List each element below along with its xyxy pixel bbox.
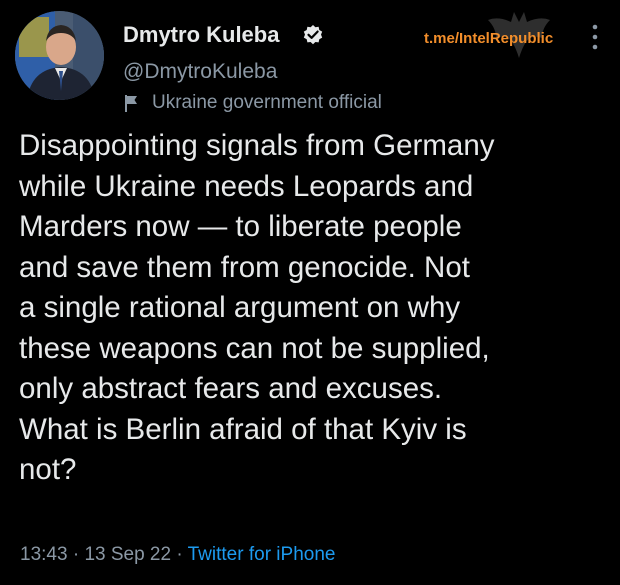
tweet-meta: 13:43 · 13 Sep 22 · Twitter for iPhone: [20, 544, 335, 566]
meta-separator: ·: [176, 544, 183, 565]
tweet-card: Dmytro Kuleba @DmytroKuleba Ukraine gove…: [0, 0, 620, 585]
tweet-text: Disappointing signals from Germany while…: [19, 129, 495, 486]
tweet-time[interactable]: 13:43: [20, 544, 68, 565]
government-label: Ukraine government official: [122, 92, 382, 114]
verified-badge-icon: [302, 24, 324, 46]
meta-separator: ·: [72, 544, 80, 565]
more-options-icon[interactable]: [590, 22, 600, 52]
flag-icon: [125, 95, 137, 112]
government-label-text: Ukraine government official: [152, 92, 382, 113]
channel-watermark: t.me/IntelRepublic: [424, 30, 554, 47]
tweet-date[interactable]: 13 Sep 22: [84, 544, 171, 565]
user-handle[interactable]: @DmytroKuleba: [123, 60, 277, 84]
avatar[interactable]: [15, 11, 104, 100]
tweet-source-link[interactable]: Twitter for iPhone: [188, 544, 336, 565]
display-name[interactable]: Dmytro Kuleba: [123, 22, 279, 48]
